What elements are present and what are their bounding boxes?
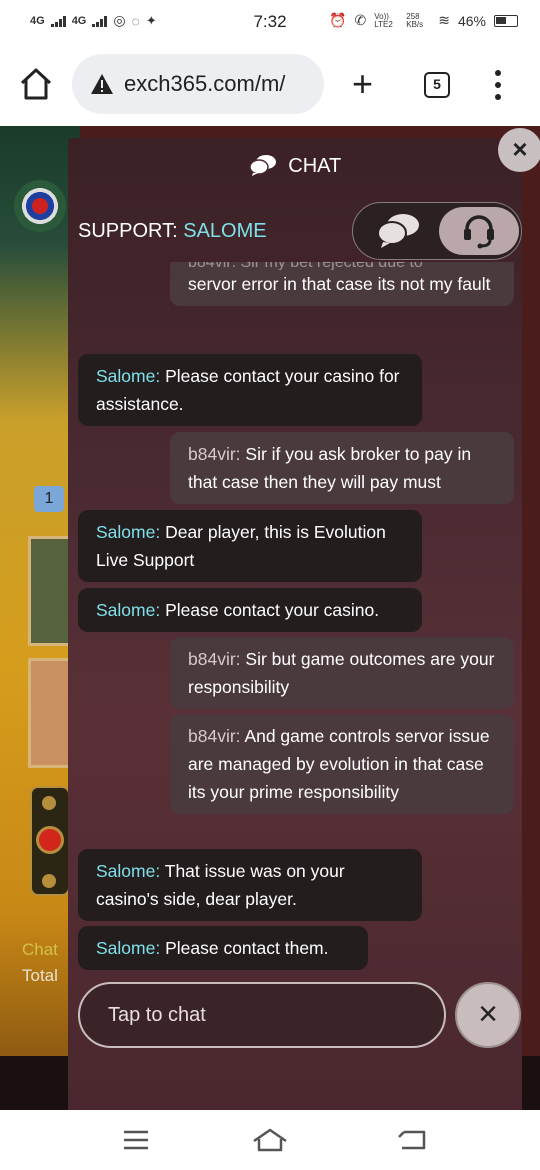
home-icon[interactable] — [18, 66, 54, 102]
back-icon[interactable] — [394, 1124, 430, 1156]
lte-label: Vo)) LTE2 — [374, 11, 393, 29]
chat-messages[interactable]: b84vir: Sir my bet rejected due to servo… — [68, 262, 522, 972]
game-control — [30, 786, 70, 896]
chat-message-user: b84vir: And game controls servor issue a… — [170, 714, 514, 814]
message-sender: Salome: — [96, 522, 161, 542]
message-sender: Salome: — [96, 600, 161, 620]
chat-title: CHAT — [288, 155, 342, 177]
system-nav-bar — [0, 1110, 540, 1170]
chat-input-wrapper[interactable] — [78, 982, 446, 1048]
agent-name: SALOME — [183, 220, 267, 242]
kebab-menu-icon[interactable] — [488, 70, 508, 100]
message-text: Please contact them. — [165, 938, 329, 958]
headset-icon — [464, 215, 494, 249]
message-text: servor error in that case its not my fau… — [188, 274, 491, 294]
speed-label: 258 KB/s — [406, 11, 424, 29]
status-bar: 4G 4G ◎ ◌ ✦ 7:32 ⏰ ✆ Vo)) LTE2 258 KB/s … — [0, 0, 540, 44]
chat-message-agent: Salome: Please contact your casino. — [78, 588, 422, 632]
roulette-wheel-icon — [14, 180, 66, 232]
chat-message-agent: Salome: Please contact your casino for a… — [78, 354, 422, 426]
tabs-icon[interactable]: 5 — [424, 72, 450, 98]
bottom-chat-label: Chat — [22, 940, 58, 959]
chat-bubbles-icon — [248, 154, 277, 182]
chip-number: 1 — [34, 486, 64, 512]
chat-input[interactable] — [108, 984, 428, 1046]
message-sender: Salome: — [96, 366, 161, 386]
chat-message-agent: Salome: Dear player, this is Evolution L… — [78, 510, 422, 582]
warning-icon[interactable] — [90, 73, 114, 95]
url-text[interactable]: exch365.com/m/ — [124, 71, 285, 97]
chat-message-user: b84vir: Sir but game outcomes are your r… — [170, 637, 514, 709]
wifi-icon: ≋ — [438, 12, 450, 28]
chat-header: CHAT — [68, 154, 522, 182]
message-sender: Salome: — [96, 861, 161, 881]
browser-toolbar: exch365.com/m/ + 5 — [0, 44, 540, 126]
plus-icon[interactable]: + — [352, 66, 373, 102]
call-icon: ✆ — [354, 12, 367, 28]
close-icon[interactable]: × — [455, 982, 521, 1048]
message-sender: b84vir: — [188, 726, 241, 746]
battery-icon — [494, 14, 518, 27]
recent-apps-icon[interactable] — [120, 1124, 152, 1156]
bottom-total-label: Total — [22, 966, 58, 985]
address-bar[interactable]: exch365.com/m/ — [72, 54, 324, 114]
message-text: Please contact your casino. — [165, 600, 380, 620]
alarm-icon: ⏰ — [329, 12, 347, 28]
chat-mode-option[interactable] — [357, 207, 439, 255]
nav-home-icon[interactable] — [250, 1124, 290, 1156]
message-sender: Salome: — [96, 938, 161, 958]
support-mode-option[interactable] — [439, 207, 519, 255]
support-label: SUPPORT: SALOME — [78, 220, 267, 243]
message-faded-line: b84vir: Sir my bet rejected due to — [188, 262, 496, 270]
chat-message-agent: Salome: That issue was on your casino's … — [78, 849, 422, 921]
message-sender: b84vir: — [188, 444, 241, 464]
battery-percent: 46% — [457, 12, 486, 29]
message-sender: b84vir: — [188, 649, 241, 669]
chat-bubbles-icon — [377, 214, 419, 248]
support-prefix: SUPPORT: — [78, 220, 178, 242]
chat-message-agent: Salome: Please contact them. — [78, 926, 368, 970]
chat-message-user: b84vir: Sir if you ask broker to pay in … — [170, 432, 514, 504]
chat-mode-toggle[interactable] — [352, 202, 522, 260]
status-right: ⏰ ✆ Vo)) LTE2 258 KB/s ≋ 46% — [329, 12, 518, 29]
chat-message-user: b84vir: Sir my bet rejected due to servo… — [170, 262, 514, 306]
